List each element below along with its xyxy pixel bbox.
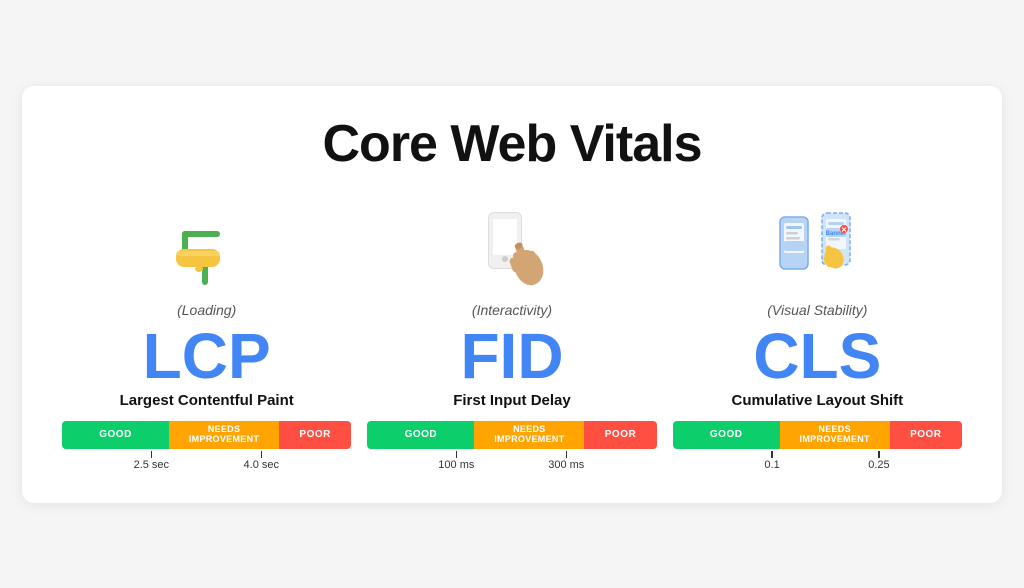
cls-bar-labels: 0.1 0.25 — [673, 451, 962, 471]
cls-bar-poor: POOR — [890, 421, 962, 449]
fid-subtitle: (Interactivity) — [472, 302, 552, 318]
fid-abbr: FID — [460, 324, 563, 388]
fid-tick2-line — [566, 451, 568, 458]
lcp-subtitle: (Loading) — [177, 302, 236, 318]
layout-shift-icon: Banner ✕ — [772, 203, 862, 293]
fid-icon-area — [467, 198, 557, 298]
lcp-bar-poor: POOR — [279, 421, 351, 449]
lcp-bar-needs: NEEDSIMPROVEMENT — [169, 421, 279, 449]
lcp-icon-area — [162, 198, 252, 298]
cls-tick1-label: 0.1 — [764, 459, 779, 471]
vital-card-cls: Banner ✕ (Visual Stability) CLS Cumulati… — [673, 198, 962, 471]
cls-tick1-line — [771, 451, 773, 458]
vital-card-lcp: (Loading) LCP Largest Contentful Paint G… — [62, 198, 351, 471]
fid-tick1-line — [456, 451, 458, 458]
vital-card-fid: (Interactivity) FID First Input Delay GO… — [367, 198, 656, 471]
lcp-tick2-line — [261, 451, 263, 458]
lcp-bar-labels: 2.5 sec 4.0 sec — [62, 451, 351, 471]
lcp-tick1-line — [151, 451, 153, 458]
svg-text:✕: ✕ — [841, 227, 847, 234]
main-container: Core Web Vitals — [22, 86, 1002, 503]
cls-tick2-line — [878, 451, 880, 458]
cls-bar-needs: NEEDSIMPROVEMENT — [780, 421, 890, 449]
lcp-bar-track: GOOD NEEDSIMPROVEMENT POOR — [62, 421, 351, 449]
lcp-tick1-label: 2.5 sec — [134, 459, 169, 471]
page-title: Core Web Vitals — [62, 114, 962, 174]
cls-bar-container: GOOD NEEDSIMPROVEMENT POOR 0.1 0 — [673, 421, 962, 471]
fid-bar-container: GOOD NEEDSIMPROVEMENT POOR 100 ms — [367, 421, 656, 471]
fid-bar-poor: POOR — [584, 421, 656, 449]
paint-roller-icon — [162, 203, 252, 293]
lcp-tick2-label: 4.0 sec — [244, 459, 279, 471]
cls-name: Cumulative Layout Shift — [731, 392, 903, 409]
fid-name: First Input Delay — [453, 392, 571, 409]
cls-icon-area: Banner ✕ — [772, 198, 862, 298]
vitals-grid: (Loading) LCP Largest Contentful Paint G… — [62, 198, 962, 471]
cls-bar-track: GOOD NEEDSIMPROVEMENT POOR — [673, 421, 962, 449]
fid-bar-track: GOOD NEEDSIMPROVEMENT POOR — [367, 421, 656, 449]
fid-tick1-label: 100 ms — [438, 459, 474, 471]
cls-abbr: CLS — [753, 324, 881, 388]
lcp-name: Largest Contentful Paint — [120, 392, 294, 409]
phone-tap-icon — [467, 203, 557, 293]
fid-bar-good: GOOD — [367, 421, 474, 449]
lcp-abbr: LCP — [143, 324, 271, 388]
fid-bar-labels: 100 ms 300 ms — [367, 451, 656, 471]
lcp-bar-container: GOOD NEEDSIMPROVEMENT POOR 2.5 sec — [62, 421, 351, 471]
cls-subtitle: (Visual Stability) — [767, 302, 867, 318]
lcp-bar-good: GOOD — [62, 421, 169, 449]
cls-bar-good: GOOD — [673, 421, 780, 449]
cls-tick2-label: 0.25 — [868, 459, 889, 471]
fid-tick2-label: 300 ms — [548, 459, 584, 471]
fid-bar-needs: NEEDSIMPROVEMENT — [474, 421, 584, 449]
